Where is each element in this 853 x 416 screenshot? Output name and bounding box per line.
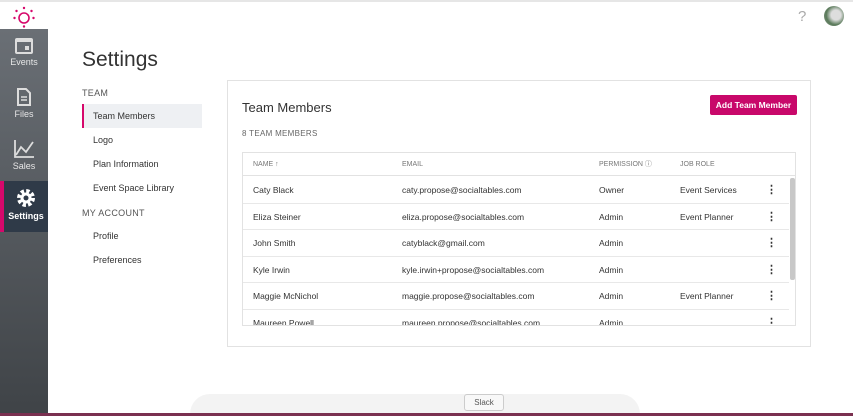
sidebar-item-label: Events — [10, 57, 38, 67]
permission-cell: Owner — [599, 185, 625, 195]
name-cell: Caty Black — [253, 185, 294, 195]
sidebar-item-files[interactable]: Files — [0, 81, 48, 131]
chart-icon — [14, 140, 34, 158]
more-options-icon[interactable]: ⋮ — [766, 257, 777, 283]
sidebar-item-sales[interactable]: Sales — [0, 133, 48, 183]
name-cell: Maureen Powell — [253, 317, 314, 326]
sidebar: Events Files Sales Settings — [0, 29, 48, 416]
team-section-header: TEAM — [82, 88, 109, 98]
column-header-name[interactable]: NAME ↑ — [253, 153, 279, 176]
scrollbar[interactable] — [790, 178, 795, 280]
sidebar-item-label: Sales — [12, 161, 36, 171]
email-cell: kyle.irwin+propose@socialtables.com — [402, 264, 545, 275]
account-section-header: MY ACCOUNT — [82, 208, 145, 218]
table-header: NAME ↑ EMAIL PERMISSION ⓘ JOB ROLE — [243, 153, 795, 176]
email-cell: caty.propose@socialtables.com — [402, 185, 522, 195]
logo-icon[interactable] — [12, 6, 36, 28]
file-icon — [17, 88, 31, 106]
table-row: Eliza Steiner eliza.propose@socialtables.… — [243, 204, 789, 230]
gear-icon — [17, 189, 35, 207]
help-icon[interactable]: ? — [798, 8, 806, 25]
table-row: Kyle Irwin kyle.irwin+propose@socialtable… — [243, 257, 789, 283]
name-cell: Eliza Steiner — [253, 211, 301, 222]
permission-cell: Admin — [599, 317, 624, 326]
menu-item-team-members[interactable]: Team Members — [82, 104, 202, 128]
members-table: NAME ↑ EMAIL PERMISSION ⓘ JOB ROLE Caty … — [242, 152, 796, 326]
team-members-card: Team Members 8 TEAM MEMBERS Add Team Mem… — [227, 80, 811, 347]
sidebar-item-events[interactable]: Events — [0, 29, 48, 79]
column-header-permission: PERMISSION ⓘ — [599, 161, 652, 168]
table-row: Caty Black caty.propose@socialtables.com O… — [243, 177, 789, 204]
menu-item-event-space-library[interactable]: Event Space Library — [82, 176, 202, 200]
job-role-cell: Event Services — [680, 185, 737, 195]
more-options-icon[interactable]: ⋮ — [766, 283, 777, 309]
calendar-icon — [15, 38, 33, 54]
email-cell: eliza.propose@socialtables.com — [402, 211, 525, 222]
card-title: Team Members — [242, 100, 332, 115]
menu-item-preferences[interactable]: Preferences — [82, 248, 202, 272]
email-cell: maureen.propose@socialtables.com — [402, 317, 541, 326]
top-bar: ? — [0, 0, 853, 29]
job-role-cell: Event Planner — [680, 211, 734, 222]
column-header-email: EMAIL — [402, 161, 424, 168]
name-cell: Kyle Irwin — [253, 264, 290, 275]
permission-cell: Admin — [599, 264, 624, 275]
permission-cell: Admin — [599, 238, 624, 248]
permission-cell: Admin — [599, 211, 624, 222]
page-title: Settings — [82, 48, 158, 71]
email-cell: maggie.propose@socialtables.com — [402, 291, 535, 301]
add-team-member-button[interactable]: Add Team Member — [710, 95, 797, 115]
menu-item-logo[interactable]: Logo — [82, 128, 202, 152]
name-cell: John Smith — [253, 238, 296, 248]
sidebar-item-label: Files — [14, 109, 34, 119]
menu-item-plan-information[interactable]: Plan Information — [82, 152, 202, 176]
slack-tooltip: Slack — [464, 394, 504, 411]
more-options-icon[interactable]: ⋮ — [766, 177, 777, 203]
table-row: Maureen Powell maureen.propose@socialtabl… — [243, 310, 789, 326]
table-row: John Smith catyblack@gmail.com Admin ⋮ — [243, 230, 789, 257]
table-row: Maggie McNichol maggie.propose@socialtabl… — [243, 283, 789, 310]
more-options-icon[interactable]: ⋮ — [766, 310, 777, 326]
menu-item-profile[interactable]: Profile — [82, 224, 202, 248]
name-cell: Maggie McNichol — [253, 291, 319, 301]
sidebar-item-label: Settings — [8, 211, 44, 221]
permission-cell: Admin — [599, 291, 624, 301]
column-header-job-role: JOB ROLE — [680, 161, 715, 168]
job-role-cell: Event Planner — [680, 291, 734, 301]
avatar[interactable] — [824, 6, 844, 26]
sidebar-item-settings[interactable]: Settings — [0, 181, 48, 232]
email-cell: catyblack@gmail.com — [402, 238, 485, 248]
more-options-icon[interactable]: ⋮ — [766, 204, 777, 230]
member-count: 8 TEAM MEMBERS — [242, 129, 318, 138]
more-options-icon[interactable]: ⋮ — [766, 230, 777, 256]
